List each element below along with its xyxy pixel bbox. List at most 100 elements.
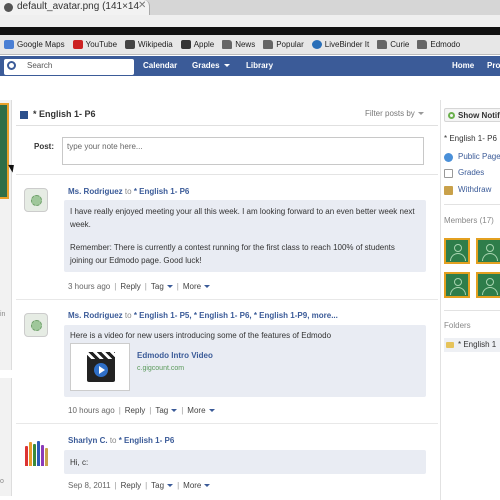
video-clapboard-icon [87, 352, 115, 382]
public-page-link[interactable]: Public Page [458, 152, 500, 161]
divider [444, 310, 500, 311]
group-color-icon [20, 111, 28, 119]
default-avatar-icon [31, 320, 42, 331]
bookmark-folder-news[interactable]: News [222, 40, 255, 49]
folder-item[interactable]: * English 1 [444, 338, 500, 352]
tag-dropdown[interactable]: Tag [155, 406, 178, 415]
close-tab-icon[interactable]: ✕ [138, 0, 146, 11]
post-label: Post: [34, 142, 54, 151]
member-avatar[interactable] [476, 272, 500, 298]
post-note-input[interactable]: type your note here... [62, 137, 424, 165]
post-bubble: Hi, c: [64, 450, 426, 474]
show-notifications-button[interactable]: Show Notif [444, 108, 500, 122]
chevron-down-icon [204, 484, 211, 488]
video-title-link[interactable]: Edmodo Intro Video [137, 351, 213, 360]
post-placeholder: type your note here... [67, 142, 143, 151]
chevron-down-icon [208, 409, 215, 413]
grades-link[interactable]: Grades [458, 168, 484, 177]
divider [16, 125, 438, 126]
bookmark-youtube[interactable]: YouTube [72, 40, 117, 49]
more-dropdown[interactable]: More [183, 282, 211, 291]
group-thumbnail[interactable] [0, 103, 9, 199]
post-recipients[interactable]: * English 1- P6 [119, 436, 175, 445]
bookmark-folder-popular[interactable]: Popular [263, 40, 304, 49]
bookmark-folder-curie[interactable]: Curie [377, 40, 409, 49]
globe-icon [444, 153, 453, 162]
wikipedia-icon [125, 40, 136, 49]
play-icon [94, 363, 108, 377]
bookmark-livebinder[interactable]: LiveBinder It [311, 40, 369, 49]
avatar[interactable] [24, 313, 48, 337]
member-avatar[interactable] [444, 238, 470, 264]
avatar-pencils-icon[interactable] [24, 440, 48, 466]
filter-posts-dropdown[interactable]: Filter posts by [365, 109, 424, 118]
post-time: Sep 8, 2011 [68, 481, 111, 490]
post-author[interactable]: Sharlyn C. [68, 436, 108, 445]
post-recipients[interactable]: * English 1- P5, * English 1- P6, * Engl… [134, 311, 338, 320]
browser-toolbar-edge [0, 27, 500, 35]
bookmark-folder-edmodo[interactable]: Edmodo [417, 40, 460, 49]
left-panel-text-lower: o [0, 478, 4, 485]
sidebar-divider [440, 100, 441, 500]
sidebar-group-name: * English 1- P6 [444, 134, 497, 143]
reply-link[interactable]: Reply [125, 406, 145, 415]
search-icon [7, 61, 16, 70]
video-thumbnail[interactable] [70, 343, 130, 391]
tag-dropdown[interactable]: Tag [151, 282, 173, 291]
left-panel-text: in [0, 311, 6, 318]
member-avatar[interactable] [444, 272, 470, 298]
post-meta: 10 hours ago | Reply | Tag | More [68, 406, 215, 415]
post-header: Ms. Rodriguez to * English 1- P6 [68, 187, 190, 196]
folder-icon [263, 40, 274, 49]
more-dropdown[interactable]: More [183, 481, 211, 490]
folders-heading: Folders [444, 321, 471, 330]
nav-calendar[interactable]: Calendar [143, 61, 177, 70]
nav-grades[interactable]: Grades [192, 61, 230, 70]
divider [16, 299, 438, 300]
browser-tab[interactable]: default_avatar.png (141×14 ✕ [0, 0, 150, 15]
post-author[interactable]: Ms. Rodriguez [68, 311, 123, 320]
bookmark-apple[interactable]: Apple [180, 40, 214, 49]
chevron-down-icon [223, 64, 230, 68]
bookmark-google-maps[interactable]: Google Maps [4, 40, 65, 49]
tab-title: default_avatar.png (141×14 [17, 1, 140, 12]
withdraw-icon [444, 186, 453, 195]
post-meta: 3 hours ago | Reply | Tag | More [68, 282, 211, 291]
avatar[interactable] [24, 188, 48, 212]
chevron-down-icon [417, 112, 424, 116]
members-heading: Members (17) [444, 216, 494, 225]
members-count: (17) [479, 216, 494, 225]
post-text: Here is a video for new users introducin… [70, 331, 332, 340]
post-bubble: I have really enjoyed meeting your all t… [64, 200, 426, 272]
folder-icon [446, 342, 454, 348]
bookmarks-bar: Google Maps YouTube Wikipedia Apple News… [0, 35, 500, 55]
chevron-down-icon [171, 409, 178, 413]
post-recipients[interactable]: * English 1- P6 [134, 187, 190, 196]
search-input[interactable]: Search [4, 59, 134, 75]
page-icon [4, 3, 13, 12]
post-meta: Sep 8, 2011 | Reply | Tag | More [68, 481, 211, 490]
more-dropdown[interactable]: More [187, 406, 215, 415]
folder-icon [377, 40, 388, 49]
reply-link[interactable]: Reply [120, 282, 140, 291]
tag-dropdown[interactable]: Tag [151, 481, 174, 490]
default-avatar-icon [31, 195, 42, 206]
reply-link[interactable]: Reply [121, 481, 141, 490]
livebinder-icon [311, 40, 322, 49]
nav-library[interactable]: Library [246, 61, 273, 70]
divider [444, 204, 500, 205]
post-header: Ms. Rodriguez to * English 1- P5, * Engl… [68, 311, 338, 320]
post-text: Remember: There is currently a contest r… [70, 243, 395, 265]
post-time: 3 hours ago [68, 282, 111, 291]
post-author[interactable]: Ms. Rodriguez [68, 187, 123, 196]
nav-profile[interactable]: Pro [487, 61, 500, 70]
divider [16, 174, 438, 175]
bookmark-wikipedia[interactable]: Wikipedia [125, 40, 173, 49]
folder-icon [417, 40, 428, 49]
withdraw-link[interactable]: Withdraw [458, 185, 491, 194]
search-placeholder: Search [27, 61, 53, 70]
nav-home[interactable]: Home [452, 61, 474, 70]
member-avatar[interactable] [476, 238, 500, 264]
map-icon [4, 40, 14, 49]
notification-icon [448, 112, 455, 119]
